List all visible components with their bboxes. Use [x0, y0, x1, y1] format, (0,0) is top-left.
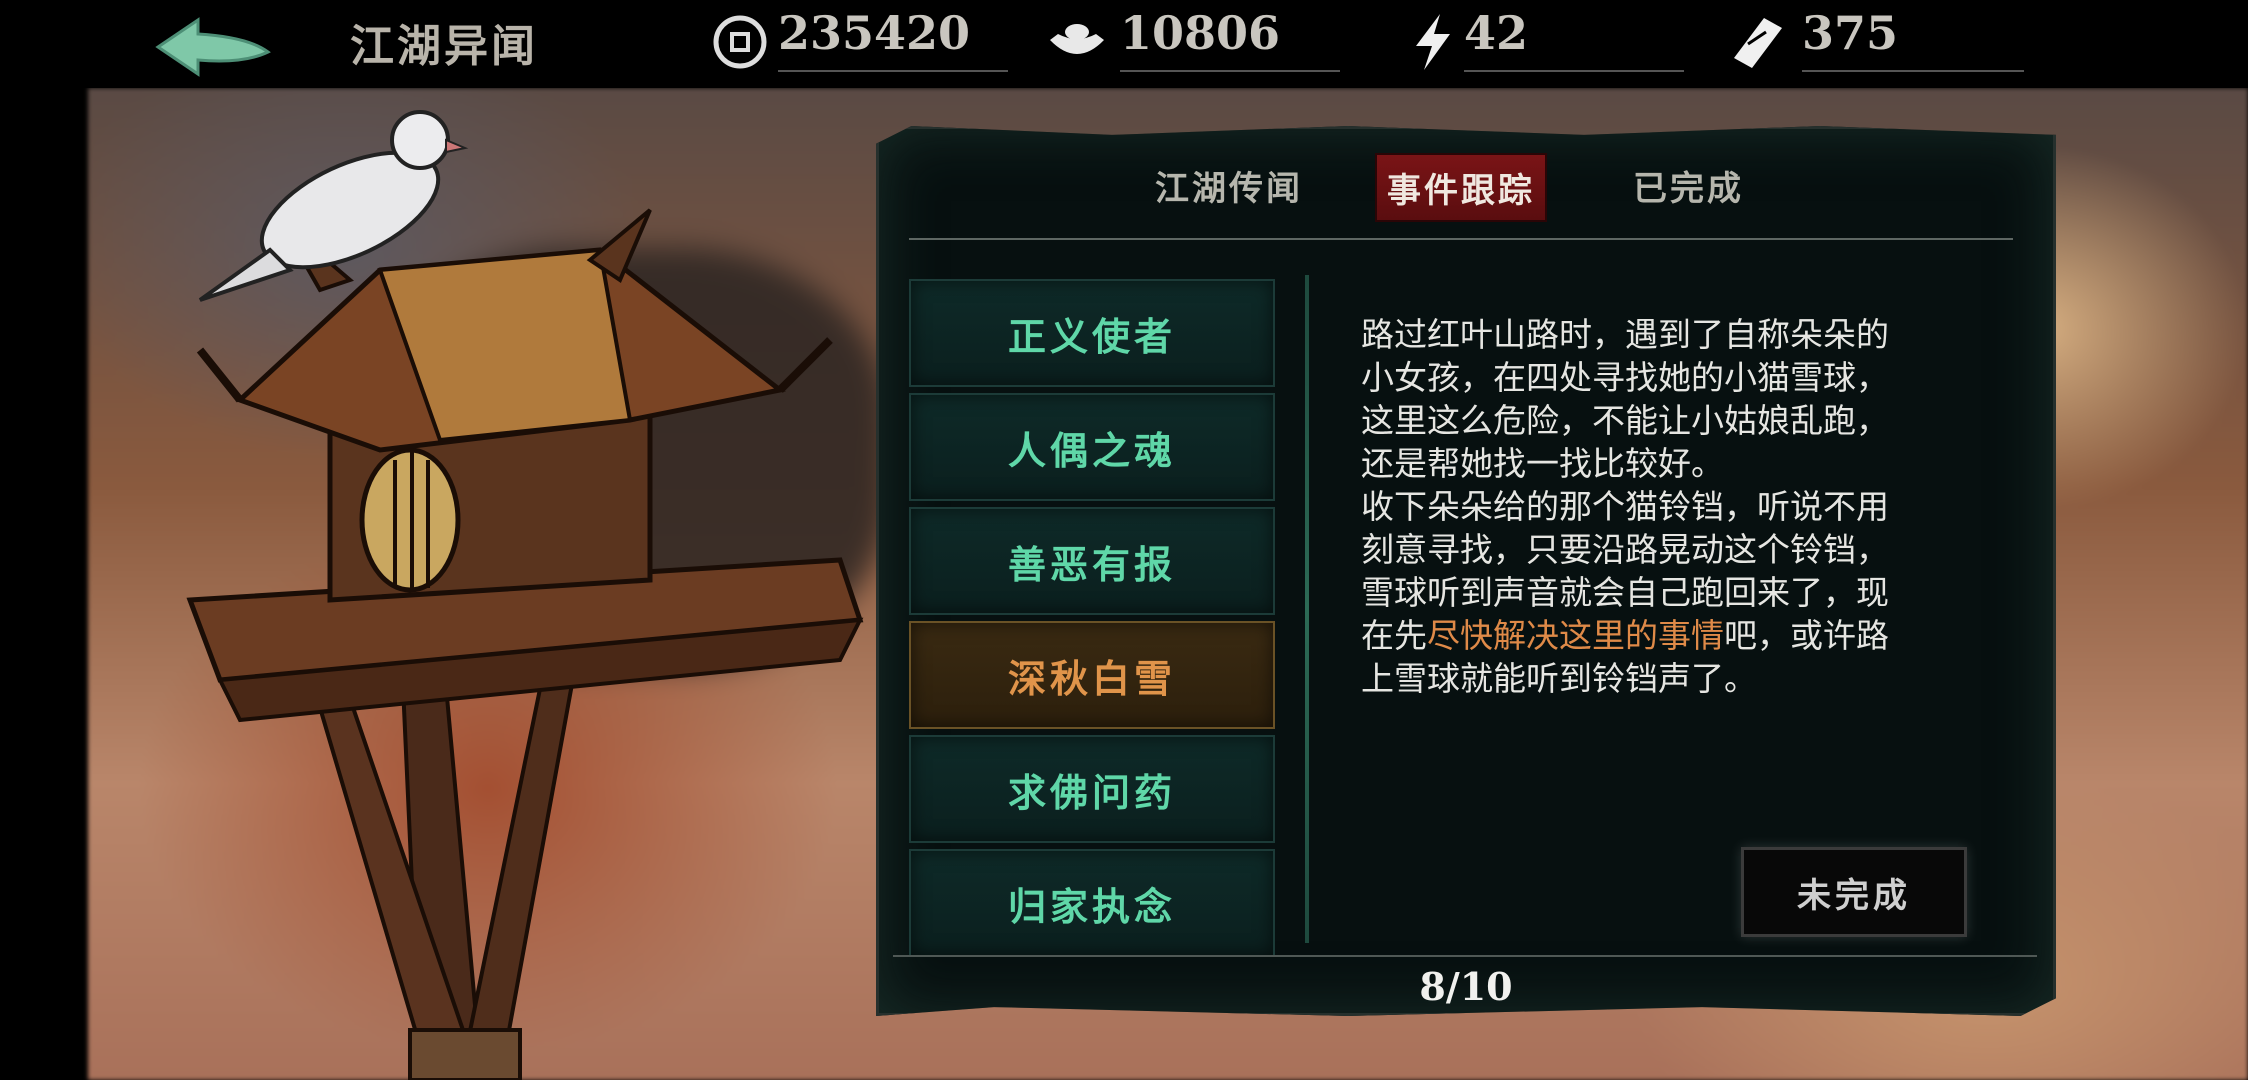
bottom-divider — [893, 955, 2037, 957]
event-panel: 江湖传闻 事件跟踪 已完成 正义使者 人偶之魂 善恶有报 深秋白雪 求佛问药 归… — [876, 126, 2056, 1016]
page-title: 江湖异闻 — [350, 21, 538, 72]
incomplete-status-button[interactable]: 未完成 — [1741, 847, 1967, 937]
tab-rumors[interactable]: 江湖传闻 — [1155, 161, 1303, 210]
event-item-5[interactable]: 求佛问药 — [909, 735, 1275, 843]
description-line: 上雪球就能听到铃铛声了。 — [1361, 659, 1757, 698]
description-line: 还是帮她找一找比较好。 — [1361, 444, 1724, 483]
lightning-icon — [1416, 14, 1450, 70]
pigeon-house-illustration — [186, 110, 864, 1080]
event-item-1[interactable]: 正义使者 — [909, 279, 1275, 387]
description-line: 路过红叶山路时，遇到了自称朵朵的 — [1361, 315, 1889, 354]
resource-tickets: 375 — [1726, 0, 2026, 88]
event-item-6[interactable]: 归家执念 — [909, 849, 1275, 957]
coin-icon — [713, 15, 767, 69]
tab-event-tracking[interactable]: 事件跟踪 — [1375, 153, 1547, 222]
tickets-value: 375 — [1802, 6, 2024, 72]
event-item-2[interactable]: 人偶之魂 — [909, 393, 1275, 501]
vertical-divider — [1305, 275, 1309, 943]
add-energy-button[interactable]: + — [1636, 0, 1649, 88]
description-line: 在先尽快解决这里的事情吧，或许路 — [1361, 614, 1961, 657]
tab-bar: 江湖传闻 事件跟踪 已完成 — [879, 149, 2053, 229]
description-line: 雪球听到声音就会自己跑回来了，现 — [1361, 573, 1889, 612]
page-indicator: 8/10 — [1419, 964, 1513, 1009]
event-description: 路过红叶山路时，遇到了自称朵朵的 小女孩，在四处寻找她的小猫雪球， 这里这么危险… — [1361, 313, 1961, 700]
description-line: 这里这么危险，不能让小姑娘乱跑， — [1361, 401, 1889, 440]
add-silver-button[interactable]: + — [1296, 0, 1309, 88]
tab-completed[interactable]: 已完成 — [1633, 161, 1744, 210]
tab-divider — [909, 238, 2013, 240]
back-arrow-icon[interactable] — [148, 12, 278, 82]
description-line: 刻意寻找，只要沿路晃动这个铃铛， — [1361, 530, 1889, 569]
add-coins-button[interactable]: + — [960, 0, 973, 88]
description-line: 小女孩，在四处寻找她的小猫雪球， — [1361, 358, 1889, 397]
ticket-icon — [1734, 18, 1782, 68]
top-bar: 江湖异闻 235420 + 10806 + 42 + 375 — [0, 0, 2248, 88]
description-highlight: 尽快解决这里的事情 — [1427, 616, 1724, 655]
energy-value: 42 — [1464, 6, 1684, 72]
event-item-4-selected[interactable]: 深秋白雪 — [909, 621, 1275, 729]
silver-ingot-icon — [1050, 24, 1104, 54]
event-item-3[interactable]: 善恶有报 — [909, 507, 1275, 615]
description-line: 收下朵朵给的那个猫铃铛，听说不用 — [1361, 487, 1889, 526]
description-text: 吧，或许路 — [1724, 616, 1889, 655]
coins-value: 235420 — [778, 6, 1008, 72]
description-text: 在先 — [1361, 616, 1427, 655]
